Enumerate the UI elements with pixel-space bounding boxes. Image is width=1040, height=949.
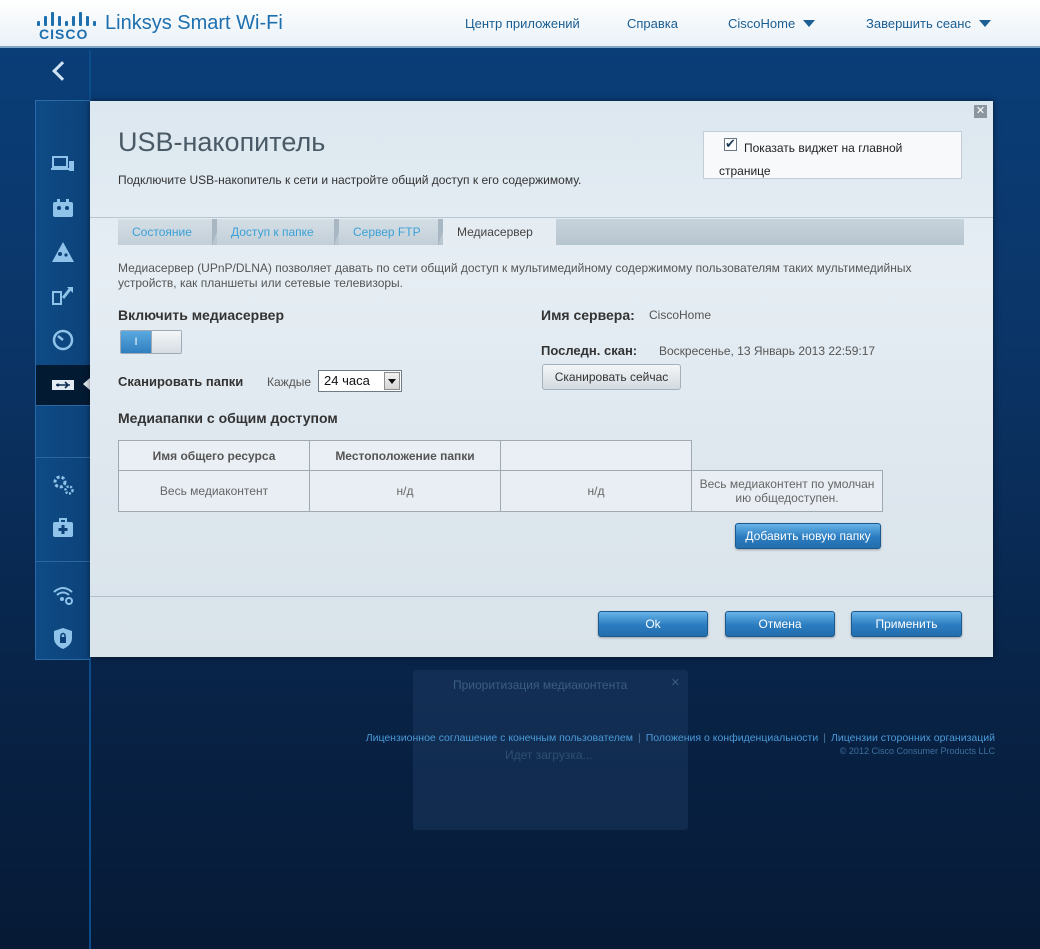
dropdown-arrow-icon [384, 372, 400, 390]
tab-bar: Состояние Доступ к папке Сервер FTP Меди… [118, 219, 964, 245]
col-note [691, 440, 883, 471]
server-name-label: Имя сервера: [541, 307, 635, 323]
sidebar-item-parental-controls[interactable] [36, 233, 90, 271]
cisco-wordmark: CISCO [39, 26, 89, 42]
parental-controls-icon [52, 242, 74, 262]
nav-help[interactable]: Справка [627, 16, 678, 31]
troubleshooting-icon [53, 518, 73, 537]
speed-test-icon [52, 329, 74, 351]
connectivity-settings-icon [53, 475, 74, 495]
shared-folders-heading: Медиапапки с общим доступом [118, 410, 338, 426]
sidebar-item-connectivity[interactable] [36, 465, 90, 503]
tab-status-label: Состояние [132, 225, 192, 239]
cisco-logo-bars [37, 10, 96, 26]
tab-media-server[interactable]: Медиасервер [443, 219, 556, 245]
col-share-name: Имя общего ресурса [118, 440, 310, 471]
sidebar-separator [36, 561, 90, 562]
guest-access-icon [53, 199, 73, 217]
cell-note: Весь медиаконтент по умолчанию общедосту… [691, 470, 883, 512]
enable-media-server-label: Включить медиасервер [118, 307, 284, 323]
media-server-toggle[interactable]: I [120, 330, 182, 354]
security-icon [54, 628, 72, 649]
product-name: Linksys Smart Wi-Fi [105, 12, 283, 34]
scan-interval-select[interactable]: 24 часа [318, 370, 402, 392]
tab-folder-access[interactable]: Доступ к папке [217, 219, 344, 245]
sidebar-item-usb-storage[interactable] [36, 365, 91, 405]
tab-ftp-server[interactable]: Сервер FTP [339, 219, 448, 245]
add-folder-button[interactable]: Добавить новую папку [735, 523, 881, 549]
scan-now-button[interactable]: Сканировать сейчас [542, 364, 681, 390]
col-empty [500, 440, 692, 471]
nav-app-center[interactable]: Центр приложений [465, 16, 580, 31]
toggle-on-indicator: I [121, 331, 151, 353]
footer: Лицензионное соглашение с конечным польз… [366, 732, 995, 756]
sidebar-collapse-button[interactable] [35, 50, 90, 100]
col-folder-location: Местоположение папки [309, 440, 501, 471]
media-server-description: Медиасервер (UPnP/DLNA) позволяет давать… [118, 261, 912, 290]
footer-third-party-link[interactable]: Лицензии сторонних организаций [831, 732, 995, 744]
chevron-down-icon [803, 20, 816, 27]
footer-links: Лицензионное соглашение с конечным польз… [365, 732, 995, 744]
sidebar-item-media-prioritization[interactable] [36, 277, 90, 315]
table-header-row: Имя общего ресурса Местоположение папки [118, 440, 883, 471]
logout-label: Завершить сеанс [866, 16, 971, 31]
usb-storage-dialog: ✕ USB-накопитель Подключите USB-накопите… [90, 101, 993, 657]
media-prioritization-icon [52, 287, 73, 305]
tab-media-server-label: Медиасервер [457, 225, 533, 239]
router-name: CiscoHome [728, 16, 796, 31]
top-header: CISCO Linksys Smart Wi-Fi Центр приложен… [0, 0, 1040, 48]
tab-ftp-server-label: Сервер FTP [353, 225, 421, 239]
footer-copyright: © 2012 Cisco Consumer Products LLC [839, 746, 995, 756]
chevron-left-icon [52, 61, 72, 81]
cell-folder-location: н/д [309, 470, 501, 512]
wireless-icon [53, 587, 73, 605]
chevron-down-icon [978, 20, 991, 27]
cell-share-name: Весь медиаконтент [118, 470, 310, 512]
sidebar-item-guest-access[interactable] [36, 189, 90, 227]
scan-every-label: Каждые [267, 375, 311, 389]
ok-button[interactable]: Ok [598, 611, 708, 637]
sidebar-item-security[interactable] [36, 619, 90, 657]
sidebar-separator [36, 405, 90, 406]
background-panel-title: Приоритизация медиаконтента [453, 678, 628, 692]
sidebar-item-wireless[interactable] [36, 575, 90, 613]
scan-folders-label: Сканировать папки [118, 374, 244, 389]
divider [90, 596, 993, 597]
shared-folders-table: Имя общего ресурса Местоположение папки … [118, 440, 883, 512]
nav-logout-menu[interactable]: Завершить сеанс [866, 16, 991, 31]
dialog-title: USB-накопитель [118, 127, 326, 157]
table-row: Весь медиаконтент н/д н/д Весь медиаконт… [118, 470, 883, 512]
divider [90, 217, 993, 218]
cell-extra: н/д [500, 470, 692, 512]
show-widget-label: Показать виджет на главной странице [719, 141, 903, 178]
apply-button[interactable]: Применить [851, 611, 962, 637]
toggle-knob [151, 331, 181, 353]
tab-status[interactable]: Состояние [118, 219, 222, 245]
footer-privacy-link[interactable]: Положения о конфиденциальности [646, 732, 819, 744]
nav-router-menu[interactable]: CiscoHome [728, 16, 816, 31]
tab-folder-access-label: Доступ к папке [231, 225, 314, 239]
sidebar-item-speed-test[interactable] [36, 321, 90, 359]
scan-interval-value: 24 часа [324, 373, 370, 388]
footer-eula-link[interactable]: Лицензионное соглашение с конечным польз… [366, 732, 633, 744]
sidebar-item-troubleshooting[interactable] [36, 509, 90, 547]
sidebar [35, 100, 91, 660]
sidebar-item-device-list[interactable] [36, 145, 90, 183]
dialog-subtitle: Подключите USB-накопитель к сети и настр… [118, 173, 582, 187]
close-button[interactable]: ✕ [974, 105, 987, 118]
server-name-value: CiscoHome [649, 308, 712, 322]
last-scan-value: Воскресенье, 13 Январь 2013 22:59:17 [659, 344, 876, 358]
sidebar-separator [36, 457, 90, 458]
show-widget-box: Показать виджет на главной странице [703, 131, 962, 179]
cancel-button[interactable]: Отмена [725, 611, 835, 637]
close-icon: ✕ [670, 677, 680, 689]
device-list-icon [51, 156, 74, 171]
usb-storage-icon [52, 380, 74, 390]
last-scan-label: Последн. скан: [541, 343, 638, 358]
cisco-logo: CISCO [37, 10, 96, 42]
